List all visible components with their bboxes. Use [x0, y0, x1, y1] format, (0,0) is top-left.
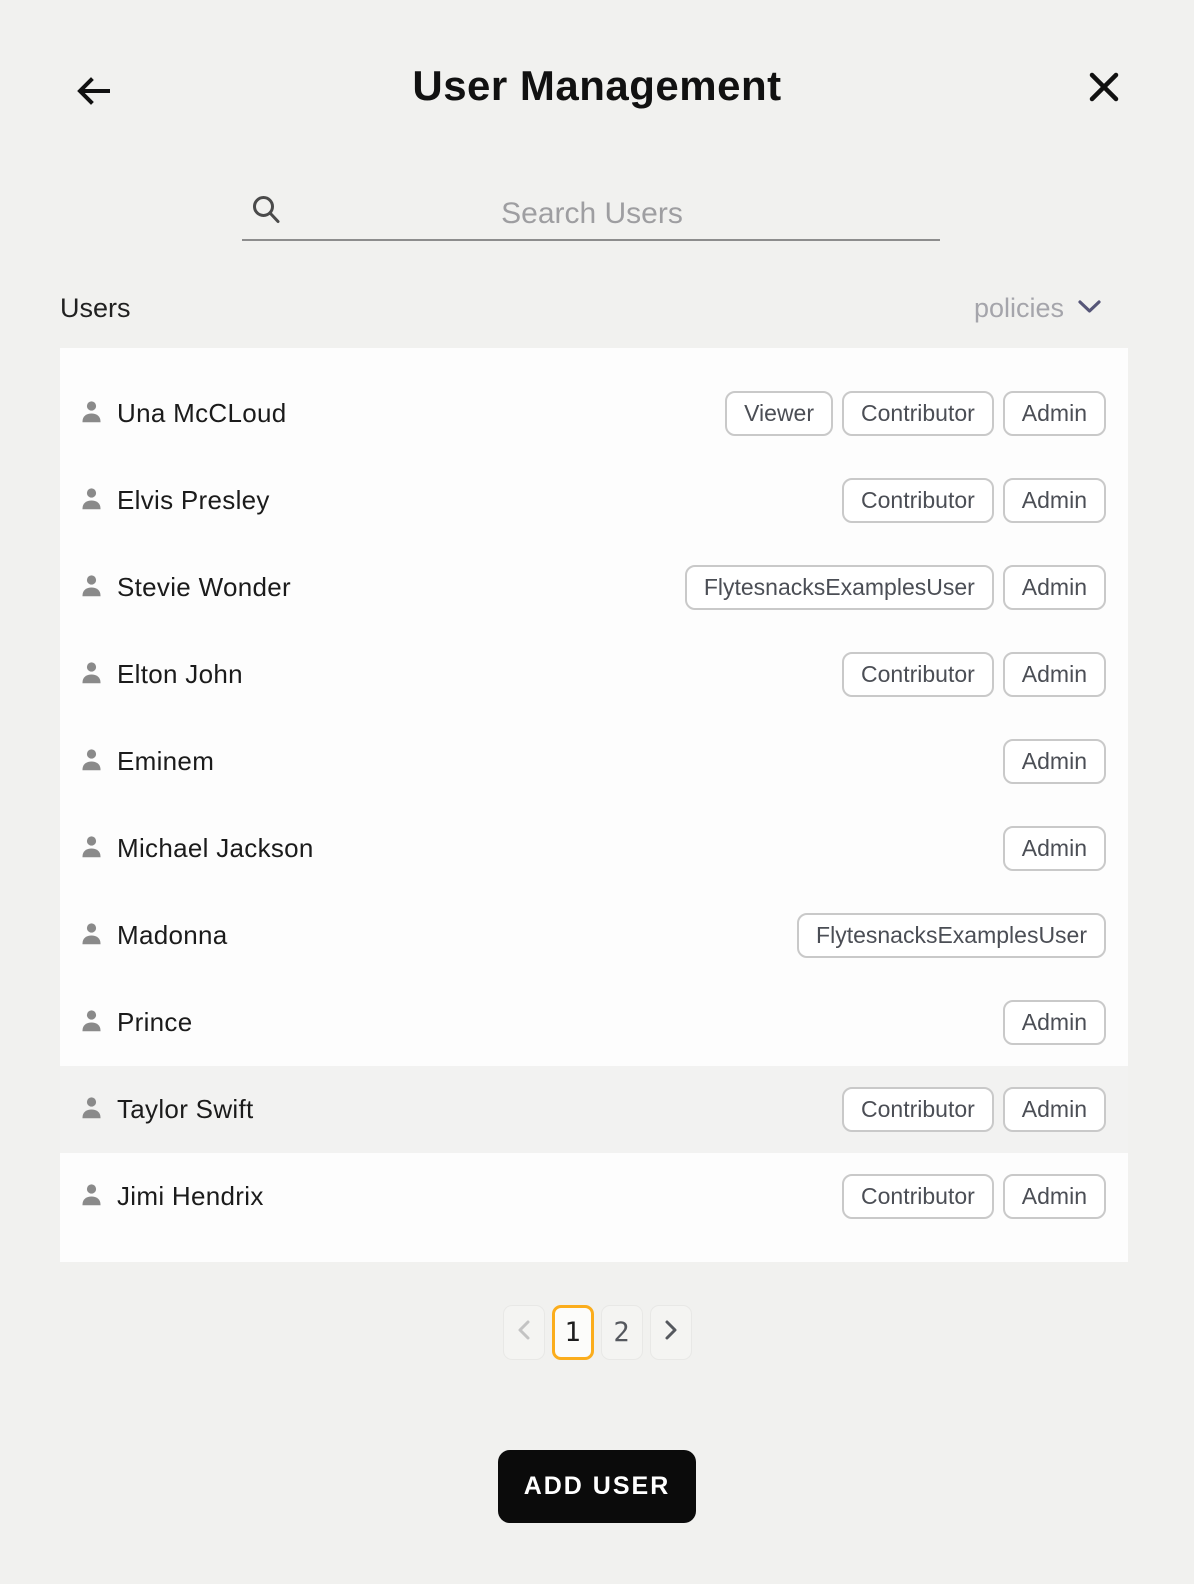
chevron-left-icon	[516, 1317, 532, 1348]
person-icon	[78, 920, 105, 952]
user-management-modal: { "header": { "title": "User Management"…	[0, 0, 1194, 1584]
role-chip-contributor[interactable]: Contributor	[842, 391, 994, 436]
policies-dropdown[interactable]: policies	[974, 293, 1102, 324]
pagination-prev-button[interactable]	[503, 1305, 545, 1360]
search-bar	[242, 188, 940, 241]
role-chip-contributor[interactable]: Contributor	[842, 1174, 994, 1219]
user-row[interactable]: Eminem Admin	[60, 718, 1128, 805]
user-name: Michael Jackson	[117, 833, 314, 864]
role-chip-admin[interactable]: Admin	[1003, 739, 1106, 784]
role-chip-viewer[interactable]: Viewer	[725, 391, 833, 436]
role-chip-contributor[interactable]: Contributor	[842, 478, 994, 523]
person-icon	[78, 485, 105, 517]
pagination-page-1[interactable]: 1	[552, 1305, 594, 1360]
person-icon	[78, 746, 105, 778]
user-row[interactable]: Jimi Hendrix ContributorAdmin	[60, 1153, 1128, 1240]
user-row[interactable]: Una McCLoud ViewerContributorAdmin	[60, 370, 1128, 457]
add-user-button[interactable]: ADD USER	[498, 1450, 696, 1523]
user-name: Elton John	[117, 659, 243, 690]
search-input[interactable]	[292, 188, 940, 239]
person-icon	[78, 572, 105, 604]
role-chip-admin[interactable]: Admin	[1003, 565, 1106, 610]
user-row[interactable]: Elvis Presley ContributorAdmin	[60, 457, 1128, 544]
role-chips: FlytesnacksExamplesUser	[797, 913, 1106, 958]
user-row[interactable]: Taylor Swift ContributorAdmin	[60, 1066, 1128, 1153]
users-label: Users	[60, 293, 131, 324]
role-chips: Admin	[1003, 1000, 1106, 1045]
role-chip-flytesnacksexamplesuser[interactable]: FlytesnacksExamplesUser	[797, 913, 1106, 958]
chevron-right-icon	[663, 1317, 679, 1348]
person-icon	[78, 1181, 105, 1213]
close-button[interactable]	[1078, 62, 1130, 114]
role-chip-admin[interactable]: Admin	[1003, 1000, 1106, 1045]
user-row[interactable]: Michael Jackson Admin	[60, 805, 1128, 892]
role-chip-contributor[interactable]: Contributor	[842, 1087, 994, 1132]
policies-dropdown-label: policies	[974, 293, 1064, 324]
role-chip-contributor[interactable]: Contributor	[842, 652, 994, 697]
role-chips: ContributorAdmin	[842, 478, 1106, 523]
user-row[interactable]: Madonna FlytesnacksExamplesUser	[60, 892, 1128, 979]
user-name: Eminem	[117, 746, 214, 777]
user-name: Jimi Hendrix	[117, 1181, 264, 1212]
user-name: Una McCLoud	[117, 398, 287, 429]
user-row[interactable]: Stevie Wonder FlytesnacksExamplesUserAdm…	[60, 544, 1128, 631]
role-chips: Admin	[1003, 739, 1106, 784]
user-name: Taylor Swift	[117, 1094, 254, 1125]
user-row[interactable]: Elton John ContributorAdmin	[60, 631, 1128, 718]
role-chip-flytesnacksexamplesuser[interactable]: FlytesnacksExamplesUser	[685, 565, 994, 610]
person-icon	[78, 659, 105, 691]
list-header: Users policies	[60, 288, 1128, 328]
role-chips: ViewerContributorAdmin	[725, 391, 1106, 436]
role-chip-admin[interactable]: Admin	[1003, 826, 1106, 871]
search-icon	[250, 193, 282, 230]
user-name: Madonna	[117, 920, 228, 951]
user-list: Una McCLoud ViewerContributorAdmin Elvis…	[60, 348, 1128, 1262]
person-icon	[78, 1094, 105, 1126]
role-chip-admin[interactable]: Admin	[1003, 478, 1106, 523]
user-name: Prince	[117, 1007, 193, 1038]
person-icon	[78, 398, 105, 430]
pagination-page-2[interactable]: 2	[601, 1305, 643, 1360]
chevron-down-icon	[1077, 298, 1102, 319]
role-chips: ContributorAdmin	[842, 1087, 1106, 1132]
role-chips: ContributorAdmin	[842, 652, 1106, 697]
role-chips: Admin	[1003, 826, 1106, 871]
user-name: Stevie Wonder	[117, 572, 291, 603]
role-chip-admin[interactable]: Admin	[1003, 652, 1106, 697]
role-chip-admin[interactable]: Admin	[1003, 1174, 1106, 1219]
person-icon	[78, 833, 105, 865]
role-chip-admin[interactable]: Admin	[1003, 1087, 1106, 1132]
role-chip-admin[interactable]: Admin	[1003, 391, 1106, 436]
person-icon	[78, 1007, 105, 1039]
pagination-next-button[interactable]	[650, 1305, 692, 1360]
pagination: 1 2	[0, 1305, 1194, 1360]
user-row[interactable]: Prince Admin	[60, 979, 1128, 1066]
role-chips: ContributorAdmin	[842, 1174, 1106, 1219]
close-icon	[1087, 70, 1121, 107]
role-chips: FlytesnacksExamplesUserAdmin	[685, 565, 1106, 610]
page-title: User Management	[0, 62, 1194, 110]
user-name: Elvis Presley	[117, 485, 270, 516]
